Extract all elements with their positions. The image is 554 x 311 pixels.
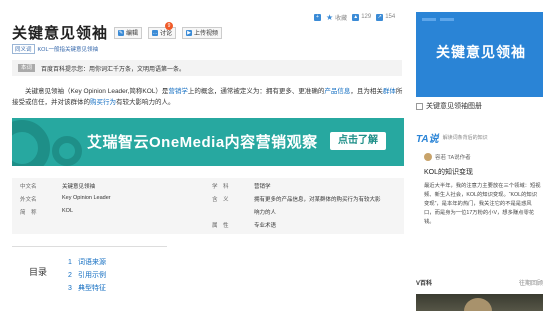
album-caption[interactable]: 关键意见领袖图册 [416,99,543,113]
info-cell: 外文名 Key Opinion Leader [20,195,111,203]
info-cell: 响力的人 [212,208,276,216]
synonym-line: 同义词 KOL一般指关键意见领袖 [12,44,98,54]
summary-text: ，且为相关 [350,88,383,95]
video-icon: ▶ [186,29,193,36]
page-title: 关键意见领袖 [12,25,109,42]
toc-item-number: 2 [68,272,72,279]
ad-banner[interactable]: 艾瑞智云OneMedia内容营销观察 点击了解 [12,118,404,166]
add-button[interactable]: + [314,13,321,21]
owl-image [464,298,492,311]
info-value: 营销学 [254,184,271,190]
tip-box: 本词 百度百科提示您：用你词汇千万条，文明用语第一条。 [12,60,402,76]
toc-label: 目录 [29,267,48,277]
link-purchase-behavior[interactable]: 购买行为 [90,99,116,106]
ta-subtitle: 解读词条背后的知识 [442,135,488,141]
collect-label: 收藏 [335,15,348,22]
discuss-button[interactable]: … 讨论 9 [148,21,177,39]
toc-item[interactable]: 1 词语来源 [68,256,106,269]
vbaike-thumbnail[interactable] [416,294,543,311]
banner-button[interactable]: 点击了解 [330,132,386,150]
album-text: 关键意见领袖 [436,44,526,60]
title-row: 关键意见领袖 ✎ 编辑 … 讨论 9 ▶ 上传视频 [12,21,223,43]
summary-text: 关键意见领袖（Key Opinion Leader,简称KOL）是 [25,88,169,95]
like-count: 129 [361,14,372,20]
info-cell: 中文名 关键意见领袖 [20,182,95,190]
plus-icon: + [314,13,321,21]
ta-author[interactable]: 容若 TA说作者 [424,153,471,161]
edit-label: 编辑 [126,31,139,37]
info-value: Key Opinion Leader [62,195,111,201]
info-cell: 学 科 营销学 [212,182,271,190]
table-of-contents: 目录 1 词语来源 2 引用示例 3 典型特征 [12,246,167,306]
link-group[interactable]: 群体 [383,88,396,95]
info-cell: 属 性 专业术语 [212,221,276,229]
upload-video-button[interactable]: ▶ 上传视频 [182,26,223,39]
info-value: KOL [62,208,74,214]
info-key [212,208,246,216]
pencil-icon: ✎ [118,29,125,36]
banner-text: 艾瑞智云OneMedia内容营销观察 [87,134,318,151]
toc-item-number: 1 [68,259,72,266]
decor-bar [422,18,436,21]
toc-item-number: 3 [68,285,72,292]
link-marketing[interactable]: 营销学 [168,88,188,95]
discuss-badge: 9 [165,21,174,30]
summary-paragraph: 关键意见领袖（Key Opinion Leader,简称KOL）是营销学上的概念… [12,86,404,108]
ta-article-title[interactable]: KOL的知识变现 [424,167,473,177]
info-cell: 含 义 拥有更多的产品信息，对某群体的购买行为有较大影 [212,195,381,203]
synonym-link[interactable]: KOL一般指关键意见领袖 [38,45,99,53]
thumbs-up-icon: ▲ [352,13,360,21]
ta-article-body: 最近大半年，我的注意力主要放在三个领域：短视频、新生人社会，KOL的知识变现。“… [424,183,541,225]
vbaike-label: V百科 [416,281,433,287]
link-product-info[interactable]: 产品信息 [324,88,350,95]
info-cell: 简 称 KOL [20,208,73,216]
ta-header: TA说 解读词条背后的知识 [416,130,488,145]
summary-text: 有较大影响力的人。 [116,99,175,106]
info-value: 关键意见领袖 [62,184,96,190]
synonym-tag: 同义词 [12,44,35,54]
chat-icon: … [152,29,159,36]
album-icon [416,102,423,110]
toc-item[interactable]: 2 引用示例 [68,269,106,282]
like-button[interactable]: ▲ 129 [352,13,372,21]
album-cover[interactable]: 关键意见领袖 [416,12,543,97]
upload-video-label: 上传视频 [194,31,219,37]
share-button[interactable]: ↗ 154 [376,13,396,21]
tip-text: 百度百科提示您：用你词汇千万条，文明用语第一条。 [41,66,186,73]
tip-tag: 本词 [18,64,36,72]
toc-item[interactable]: 3 典型特征 [68,282,106,295]
share-icon: ↗ [376,13,384,21]
gear-icon [12,120,50,166]
decor-bar [440,18,454,21]
toc-item-text: 引用示例 [78,272,106,279]
toc-item-text: 典型特征 [78,285,106,292]
info-value: 专业术语 [254,223,277,229]
toc-list: 1 词语来源 2 引用示例 3 典型特征 [68,256,106,295]
collect-button[interactable]: ★ 收藏 [326,13,347,22]
toc-item-text: 词语来源 [78,259,106,266]
info-key: 学 科 [212,184,229,190]
info-key: 属 性 [212,223,229,229]
edit-button[interactable]: ✎ 编辑 [114,26,143,39]
vbaike-more-link[interactable]: 往期回顾 [519,278,543,287]
top-toolbar: + ★ 收藏 ▲ 129 ↗ 154 [314,10,414,24]
vbaike-header: V百科 往期回顾 [416,278,543,287]
avatar [424,153,432,161]
info-value: 拥有更多的产品信息，对某群体的购买行为有较大影 [254,197,381,203]
album-caption-text: 关键意见领袖图册 [426,103,482,110]
info-key: 外文名 [20,197,37,203]
summary-text: 上的概念，通常被定义为：拥有更多、更准确的 [187,88,325,95]
ta-author-name: 容若 TA说作者 [435,155,471,161]
info-value: 响力的人 [254,210,277,216]
gear-small-icon [52,136,82,166]
basic-info-box: 中文名 关键意见领袖 学 科 营销学 外文名 Key Opinion Leader 含… [12,178,404,234]
share-count: 154 [385,14,396,20]
ta-logo: TA说 [416,134,439,145]
info-key: 简 称 [20,210,37,216]
info-key: 含 义 [212,197,229,203]
info-key: 中文名 [20,184,37,190]
star-icon: ★ [326,12,334,22]
